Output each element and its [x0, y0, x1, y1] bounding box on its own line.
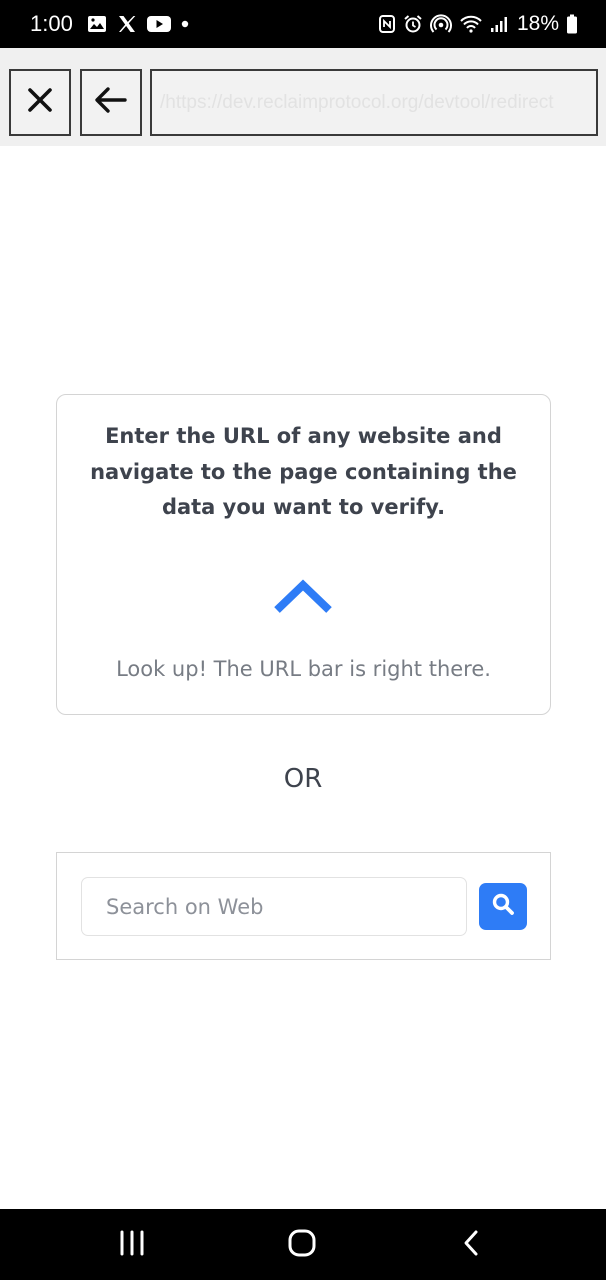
home-button[interactable] [272, 1223, 332, 1267]
wifi-icon [459, 14, 483, 34]
dot-icon [181, 20, 189, 28]
info-card: Enter the URL of any website and navigat… [56, 394, 551, 715]
nfc-icon [378, 14, 396, 34]
chevron-up-icon [272, 577, 334, 617]
status-left-group: 1:00 [30, 0, 189, 48]
recents-icon [118, 1230, 146, 1261]
recents-button[interactable] [102, 1223, 162, 1267]
search-input[interactable] [81, 877, 467, 936]
status-right-group: 18% [378, 0, 578, 48]
hotspot-icon [429, 14, 452, 34]
close-icon [27, 87, 53, 118]
battery-percent: 18% [516, 12, 559, 35]
url-input[interactable] [152, 71, 596, 134]
or-divider: OR [283, 764, 323, 794]
arrow-left-icon [94, 86, 128, 119]
search-icon [491, 892, 515, 921]
status-bar: 1:00 18% [0, 0, 606, 48]
search-button[interactable] [479, 883, 527, 930]
home-icon [287, 1228, 317, 1263]
system-nav-bar [0, 1209, 606, 1280]
alarm-icon [403, 14, 423, 34]
status-time: 1:00 [30, 11, 73, 36]
battery-icon [566, 14, 578, 34]
back-nav-button[interactable] [441, 1223, 501, 1267]
x-logo-icon [117, 14, 137, 34]
info-message: Enter the URL of any website and navigat… [90, 424, 517, 519]
gallery-icon [87, 15, 107, 33]
browser-toolbar [0, 48, 606, 146]
back-icon [461, 1229, 481, 1262]
url-bar[interactable] [150, 69, 598, 136]
back-button[interactable] [80, 69, 142, 136]
signal-icon [490, 15, 510, 33]
hint-text: Look up! The URL bar is right there. [116, 657, 491, 681]
youtube-icon [146, 15, 171, 33]
search-card [56, 852, 551, 960]
close-button[interactable] [9, 69, 71, 136]
